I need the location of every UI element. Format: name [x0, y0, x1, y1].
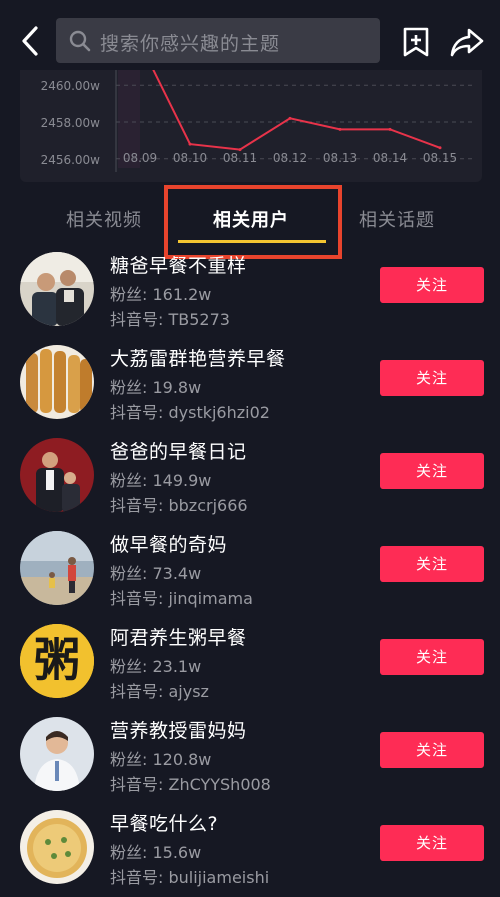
avatar[interactable]: 粥: [20, 624, 94, 698]
fans-count: 粉丝: 120.8w: [110, 750, 212, 769]
user-row[interactable]: 大荔雷群艳营养早餐 粉丝: 19.8w 抖音号: dystkj6hzi02 关注: [0, 343, 500, 436]
follow-button[interactable]: 关注: [380, 546, 484, 582]
x-tick-label: 08.14: [373, 151, 407, 165]
avatar-photo-icon: [20, 531, 94, 605]
x-tick-label: 08.10: [173, 151, 207, 165]
data-point: [188, 142, 192, 146]
logo-glyph: 粥: [34, 633, 80, 687]
follow-button[interactable]: 关注: [380, 825, 484, 861]
avatar[interactable]: [20, 810, 94, 884]
x-tick-label: 08.11: [223, 151, 257, 165]
y-tick-label: 2460.00w: [41, 79, 101, 93]
follow-button[interactable]: 关注: [380, 732, 484, 768]
x-tick-label: 08.09: [123, 151, 157, 165]
highlight-annotation-box: [164, 185, 342, 259]
bookmark-icon[interactable]: [400, 26, 432, 58]
user-row[interactable]: 爸爸的早餐日记 粉丝: 149.9w 抖音号: bbzcrj666 关注: [0, 436, 500, 529]
douyin-id: 抖音号: ajysz: [110, 682, 209, 701]
y-tick-label: 2456.00w: [41, 153, 101, 167]
douyin-id: 抖音号: bulijiameishi: [110, 868, 270, 887]
data-point: [238, 148, 242, 152]
user-name[interactable]: 营养教授雷妈妈: [110, 716, 247, 743]
data-point: [438, 146, 442, 150]
search-icon: [69, 30, 91, 52]
fans-count: 粉丝: 23.1w: [110, 657, 202, 676]
user-name[interactable]: 糖爸早餐不重样: [110, 251, 247, 278]
user-name[interactable]: 爸爸的早餐日记: [110, 437, 247, 464]
data-point: [288, 116, 292, 120]
avatar[interactable]: [20, 438, 94, 512]
data-point: [338, 127, 342, 131]
follow-button[interactable]: 关注: [380, 453, 484, 489]
top-bar: 搜索你感兴趣的主题: [0, 0, 500, 70]
follow-button[interactable]: 关注: [380, 267, 484, 303]
fans-count: 粉丝: 15.6w: [110, 843, 202, 862]
user-name[interactable]: 阿君养生粥早餐: [110, 623, 247, 650]
fans-count: 粉丝: 149.9w: [110, 471, 212, 490]
avatar[interactable]: [20, 345, 94, 419]
avatar-photo-icon: [20, 438, 94, 512]
douyin-id: 抖音号: ZhCYYSh008: [110, 775, 271, 794]
douyin-id: 抖音号: bbzcrj666: [110, 496, 248, 515]
fans-count: 粉丝: 161.2w: [110, 285, 212, 304]
fans-count: 粉丝: 73.4w: [110, 564, 202, 583]
y-tick-label: 2458.00w: [41, 116, 101, 130]
user-row[interactable]: 糖爸早餐不重样 粉丝: 161.2w 抖音号: TB5273 关注: [0, 250, 500, 343]
douyin-id: 抖音号: dystkj6hzi02: [110, 403, 270, 422]
avatar-photo-icon: [20, 252, 94, 326]
share-icon[interactable]: [449, 26, 485, 58]
user-row[interactable]: 早餐吃什么? 粉丝: 15.6w 抖音号: bulijiameishi 关注: [0, 808, 500, 897]
user-row[interactable]: 营养教授雷妈妈 粉丝: 120.8w 抖音号: ZhCYYSh008 关注: [0, 715, 500, 808]
porridge-logo-icon: 粥: [20, 624, 94, 698]
fans-count: 粉丝: 19.8w: [110, 378, 202, 397]
avatar[interactable]: [20, 717, 94, 791]
x-tick-label: 08.13: [323, 151, 357, 165]
avatar-photo-icon: [20, 810, 94, 884]
search-placeholder: 搜索你感兴趣的主题: [100, 33, 281, 55]
x-tick-label: 08.15: [423, 151, 457, 165]
avatar-photo-icon: [20, 717, 94, 791]
user-name[interactable]: 大荔雷群艳营养早餐: [110, 344, 286, 371]
user-row[interactable]: 做早餐的奇妈 粉丝: 73.4w 抖音号: jinqimama 关注: [0, 529, 500, 622]
avatar[interactable]: [20, 252, 94, 326]
search-input[interactable]: 搜索你感兴趣的主题: [56, 18, 380, 63]
data-point: [388, 127, 392, 131]
douyin-id: 抖音号: TB5273: [110, 310, 230, 329]
tab-related-topics[interactable]: 相关话题: [359, 206, 435, 232]
avatar[interactable]: [20, 531, 94, 605]
user-row[interactable]: 粥 阿君养生粥早餐 粉丝: 23.1w 抖音号: ajysz 关注: [0, 622, 500, 715]
user-name[interactable]: 做早餐的奇妈: [110, 530, 227, 557]
back-icon[interactable]: [16, 24, 46, 58]
tab-related-videos[interactable]: 相关视频: [66, 206, 142, 232]
avatar-photo-icon: [20, 345, 94, 419]
follow-button[interactable]: 关注: [380, 360, 484, 396]
x-tick-label: 08.12: [273, 151, 307, 165]
douyin-id: 抖音号: jinqimama: [110, 589, 253, 608]
user-name[interactable]: 早餐吃什么?: [110, 809, 218, 836]
follow-button[interactable]: 关注: [380, 639, 484, 675]
